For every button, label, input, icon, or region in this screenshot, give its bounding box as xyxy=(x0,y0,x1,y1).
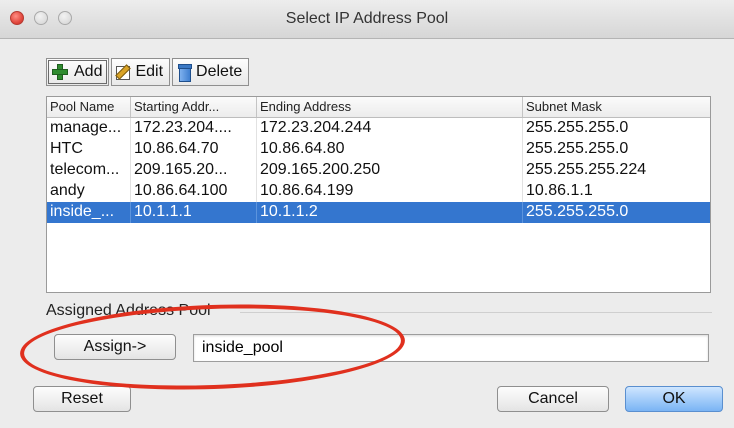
assigned-pool-field[interactable] xyxy=(193,334,709,362)
cell-ending-address: 209.165.200.250 xyxy=(257,160,523,181)
section-divider xyxy=(240,312,712,313)
column-header-starting-address[interactable]: Starting Addr... xyxy=(131,97,257,117)
add-label: Add xyxy=(74,63,103,80)
cell-subnet-mask: 255.255.255.0 xyxy=(526,203,629,220)
table-row[interactable]: HTC 10.86.64.70 10.86.64.80 255.255.255.… xyxy=(47,139,710,160)
add-button[interactable]: Add xyxy=(46,58,110,86)
cell-subnet-mask: 255.255.255.0 xyxy=(526,119,629,136)
cell-ending-address: 10.1.1.2 xyxy=(257,202,523,223)
edit-button[interactable]: Edit xyxy=(111,58,171,86)
cell-starting-address: 209.165.20... xyxy=(131,160,257,181)
assign-button[interactable]: Assign-> xyxy=(54,334,176,360)
reset-button[interactable]: Reset xyxy=(33,386,131,412)
column-header-ending-address[interactable]: Ending Address xyxy=(257,97,523,117)
pool-toolbar: Add Edit Delete xyxy=(46,58,251,88)
cell-subnet-mask: 255.255.255.0 xyxy=(526,140,629,157)
cell-starting-address: 10.86.64.100 xyxy=(131,181,257,202)
table-row[interactable]: andy 10.86.64.100 10.86.64.199 10.86.1.1 xyxy=(47,181,710,202)
cell-ending-address: 10.86.64.80 xyxy=(257,139,523,160)
title-bar: Select IP Address Pool xyxy=(0,0,734,39)
cell-pool-name: telecom... xyxy=(47,160,131,181)
table-row-selected[interactable]: inside_... 10.1.1.1 10.1.1.2 255.255.255… xyxy=(47,202,710,223)
column-header-pool-name[interactable]: Pool Name xyxy=(47,97,131,117)
cell-pool-name: andy xyxy=(47,181,131,202)
plus-icon xyxy=(51,63,69,81)
cancel-button[interactable]: Cancel xyxy=(497,386,609,412)
cell-pool-name: HTC xyxy=(47,139,131,160)
ok-button[interactable]: OK xyxy=(625,386,723,412)
cell-starting-address: 10.1.1.1 xyxy=(131,202,257,223)
trash-icon xyxy=(177,64,193,82)
window-title: Select IP Address Pool xyxy=(285,10,449,27)
cell-pool-name: manage... xyxy=(47,118,131,139)
column-header-subnet-mask[interactable]: Subnet Mask xyxy=(523,97,710,117)
delete-button[interactable]: Delete xyxy=(172,58,250,86)
edit-label: Edit xyxy=(135,63,164,80)
cell-starting-address: 172.23.204.... xyxy=(131,118,257,139)
table-row[interactable]: telecom... 209.165.20... 209.165.200.250… xyxy=(47,160,710,181)
cell-ending-address: 10.86.64.199 xyxy=(257,181,523,202)
assigned-pool-label: Assigned Address Pool xyxy=(46,302,211,319)
edit-icon xyxy=(116,66,131,80)
cell-subnet-mask: 10.86.1.1 xyxy=(526,182,593,199)
cell-subnet-mask: 255.255.255.224 xyxy=(526,161,647,178)
cell-starting-address: 10.86.64.70 xyxy=(131,139,257,160)
pool-table[interactable]: Pool Name Starting Addr... Ending Addres… xyxy=(46,96,711,293)
delete-label: Delete xyxy=(196,63,243,80)
cell-pool-name: inside_... xyxy=(47,202,131,223)
table-row[interactable]: manage... 172.23.204.... 172.23.204.244 … xyxy=(47,118,710,139)
table-header: Pool Name Starting Addr... Ending Addres… xyxy=(47,97,710,118)
cell-ending-address: 172.23.204.244 xyxy=(257,118,523,139)
